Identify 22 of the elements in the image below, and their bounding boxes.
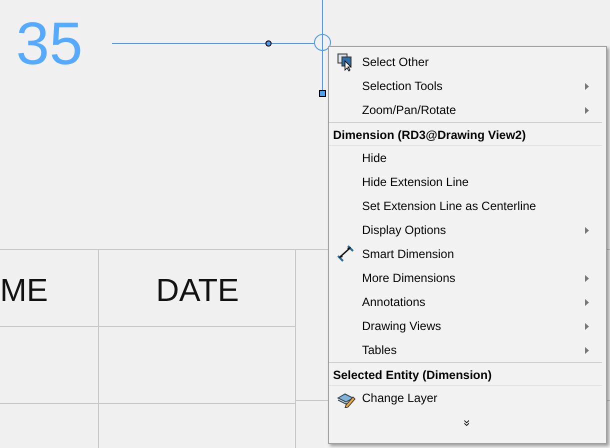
menu-item[interactable]: Display Options <box>329 218 606 242</box>
menu-item[interactable]: Tables <box>329 338 606 362</box>
menu-item[interactable]: More Dimensions <box>329 266 606 290</box>
menu-section-header: Selected Entity (Dimension) <box>329 362 602 386</box>
menu-item[interactable]: Selection Tools <box>329 74 606 98</box>
endpoint-handle[interactable] <box>319 90 326 97</box>
menu-item[interactable]: Change Layer <box>329 386 606 410</box>
menu-item[interactable]: Hide Extension Line <box>329 170 606 194</box>
menu-item[interactable]: Annotations <box>329 290 606 314</box>
menu-item[interactable]: Set Extension Line as Centerline <box>329 194 606 218</box>
menu-item[interactable]: Hide <box>329 146 606 170</box>
expand-menu-button[interactable]: » <box>462 420 474 426</box>
menu-item[interactable]: Smart Dimension <box>329 242 606 266</box>
menu-item[interactable]: Zoom/Pan/Rotate <box>329 98 606 122</box>
title-block-text: DATE <box>156 272 239 308</box>
menu-section-header: Dimension (RD3@Drawing View2) <box>329 122 602 146</box>
smart-dimension-icon <box>336 244 356 264</box>
arrow-handle[interactable] <box>314 34 331 51</box>
dimension-point-handle[interactable] <box>265 40 272 47</box>
menu-item[interactable]: Select Other <box>329 50 606 74</box>
title-block-text: ME <box>0 272 48 308</box>
menu-item[interactable]: Drawing Views <box>329 314 606 338</box>
